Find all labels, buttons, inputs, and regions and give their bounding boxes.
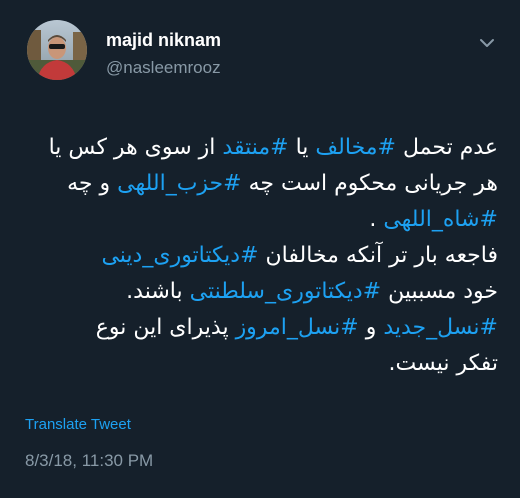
hashtag-link[interactable]: #دیکتاتوری_دینی <box>101 243 258 268</box>
tweet-timestamp[interactable]: 8/3/18, 11:30 PM <box>25 451 153 471</box>
hashtag-link[interactable]: #حزب_اللهی <box>117 171 241 196</box>
hashtag-link[interactable]: #دیکتاتوری_سلطنتی <box>190 279 382 304</box>
display-name[interactable]: majid niknam <box>106 30 221 51</box>
hashtag-link[interactable]: #نسل_امروز <box>236 315 359 340</box>
tweet-line: تفکر نیست. <box>20 346 498 382</box>
tweet-line: فاجعه بار تر آنکه مخالفان #دیکتاتوری_دین… <box>20 238 498 274</box>
hashtag-link[interactable]: #شاه_اللهی <box>383 207 498 232</box>
avatar[interactable] <box>27 20 87 80</box>
avatar-photo <box>27 20 87 80</box>
hashtag-link[interactable]: #مخالف <box>315 135 396 160</box>
tweet-line: #نسل_جدید و #نسل_امروز پذیرای این نوع <box>20 310 498 346</box>
tweet-line: هر جریانی محکوم است چه #حزب_اللهی و چه <box>20 166 498 202</box>
tweet-text: عدم تحمل #مخالف یا #منتقد از سوی هر کس ی… <box>20 130 498 382</box>
tweet-line: خود مسببین #دیکتاتوری_سلطنتی باشند. <box>20 274 498 310</box>
text-segment: و چه <box>67 171 118 196</box>
hashtag-link[interactable]: #منتقد <box>222 135 288 160</box>
text-segment: پذیرای این نوع <box>95 315 236 340</box>
translate-tweet-link[interactable]: Translate Tweet <box>25 416 131 433</box>
tweet-card: majid niknam @nasleemrooz عدم تحمل #مخال… <box>0 0 520 498</box>
text-segment: خود مسببین <box>381 279 498 304</box>
text-segment: و <box>358 315 384 340</box>
tweet-line: عدم تحمل #مخالف یا #منتقد از سوی هر کس ی… <box>20 130 498 166</box>
chevron-down-icon[interactable] <box>478 36 496 50</box>
text-segment: یا <box>288 135 316 160</box>
text-segment: تفکر نیست. <box>388 351 498 376</box>
text-segment: هر جریانی محکوم است چه <box>241 171 498 196</box>
text-segment: باشند. <box>126 279 190 304</box>
tweet-line: #شاه_اللهی . <box>20 202 498 238</box>
text-segment: عدم تحمل <box>396 135 498 160</box>
text-segment: . <box>369 207 384 232</box>
hashtag-link[interactable]: #نسل_جدید <box>383 315 498 340</box>
user-handle[interactable]: @nasleemrooz <box>106 58 221 78</box>
text-segment: از سوی هر کس یا <box>48 135 223 160</box>
text-segment: فاجعه بار تر آنکه مخالفان <box>258 243 498 268</box>
